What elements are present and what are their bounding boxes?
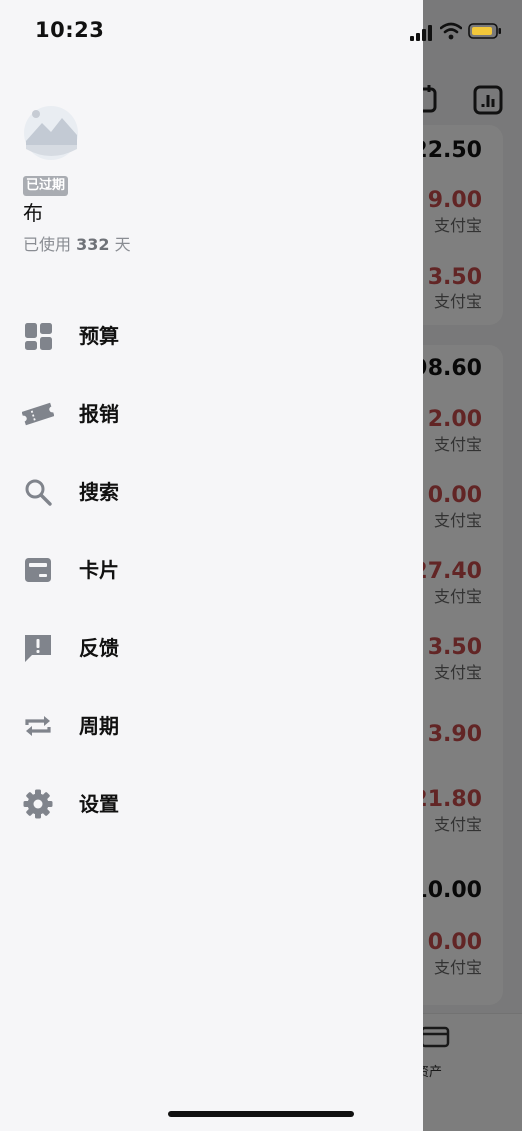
menu-label: 搜索 <box>79 480 119 504</box>
budget-grid-icon <box>22 320 54 352</box>
menu-label: 卡片 <box>79 558 119 582</box>
battery-icon <box>468 23 502 43</box>
usage-days-count: 332 <box>76 235 110 254</box>
menu-item-search[interactable]: 搜索 <box>0 461 423 523</box>
menu-item-settings[interactable]: 设置 <box>0 773 423 835</box>
repeat-icon <box>22 710 54 742</box>
menu-label: 设置 <box>79 792 119 816</box>
status-time: 10:23 <box>35 18 105 42</box>
menu-label: 报销 <box>79 402 119 426</box>
search-icon <box>22 476 54 508</box>
wifi-icon <box>439 22 463 44</box>
menu-item-cycle[interactable]: 周期 <box>0 695 423 757</box>
feedback-icon <box>22 632 54 664</box>
menu-label: 周期 <box>79 714 119 738</box>
menu-label: 预算 <box>79 324 119 348</box>
menu-label: 反馈 <box>79 636 119 660</box>
card-icon <box>22 554 54 586</box>
menu-item-budget[interactable]: 预算 <box>0 305 423 367</box>
side-drawer: 10:23 已过期 布 已使用 332 天 预算 报销 搜索 卡片 反馈 周期 … <box>0 0 501 1131</box>
menu-item-cards[interactable]: 卡片 <box>0 539 423 601</box>
cellular-signal-icon <box>410 25 434 45</box>
expired-badge: 已过期 <box>23 176 69 196</box>
gear-icon <box>22 788 54 820</box>
menu-item-reimburse[interactable]: 报销 <box>0 383 423 445</box>
menu-item-feedback[interactable]: 反馈 <box>0 617 423 679</box>
user-name: 布 <box>23 201 43 225</box>
avatar[interactable] <box>23 105 79 161</box>
usage-days-text: 已使用 332 天 <box>23 235 131 254</box>
home-indicator[interactable] <box>168 1111 354 1117</box>
reimburse-ticket-icon <box>21 398 55 430</box>
